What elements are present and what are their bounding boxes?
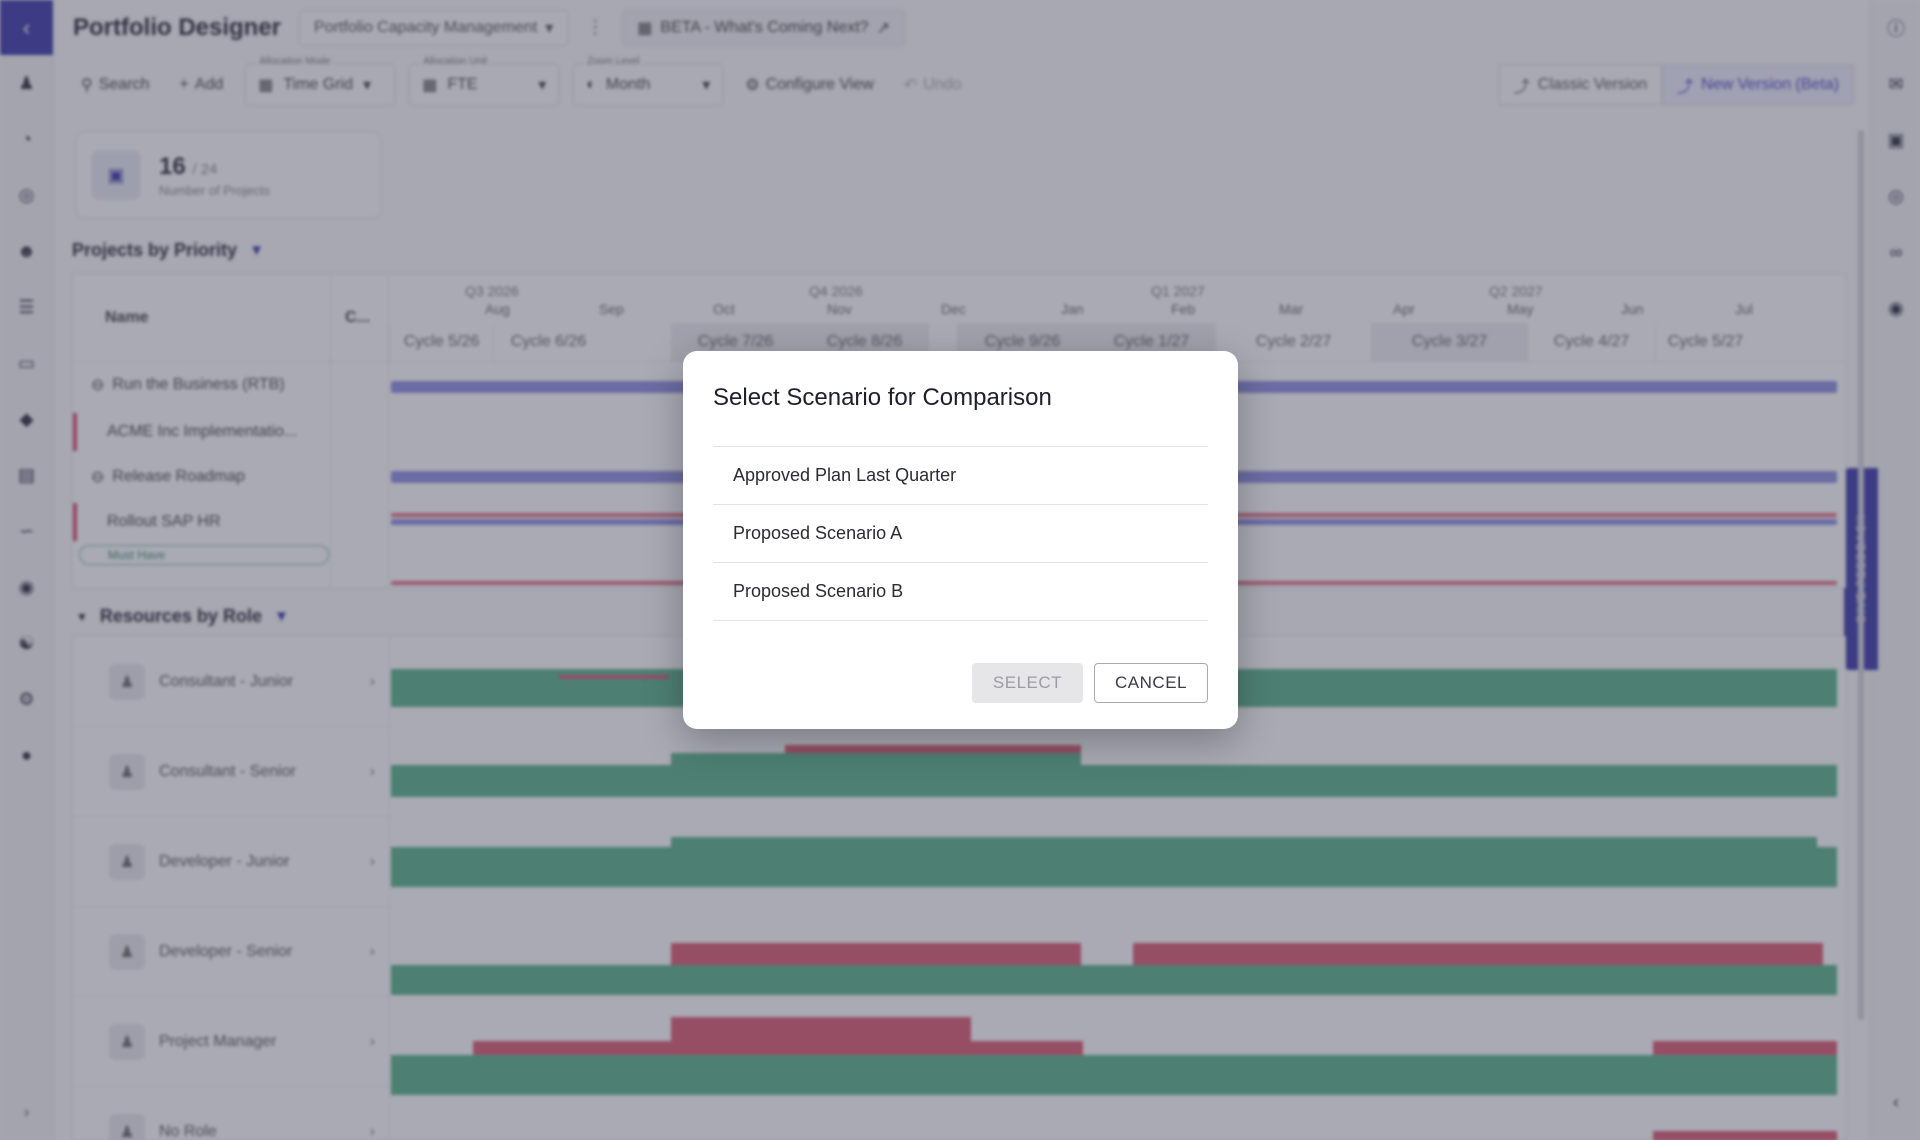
select-button[interactable]: SELECT xyxy=(971,663,1084,703)
dialog-title: Select Scenario for Comparison xyxy=(713,384,1052,411)
scenario-option-proposed-a[interactable]: Proposed Scenario A xyxy=(713,505,1208,563)
scenario-option-approved-plan[interactable]: Approved Plan Last Quarter xyxy=(713,447,1208,505)
dialog-actions: SELECT CANCEL xyxy=(971,663,1208,703)
cancel-button[interactable]: CANCEL xyxy=(1094,663,1208,703)
select-scenario-dialog: Select Scenario for Comparison Approved … xyxy=(683,351,1238,729)
scenario-list: Approved Plan Last Quarter Proposed Scen… xyxy=(713,446,1208,621)
scenario-option-proposed-b[interactable]: Proposed Scenario B xyxy=(713,563,1208,621)
